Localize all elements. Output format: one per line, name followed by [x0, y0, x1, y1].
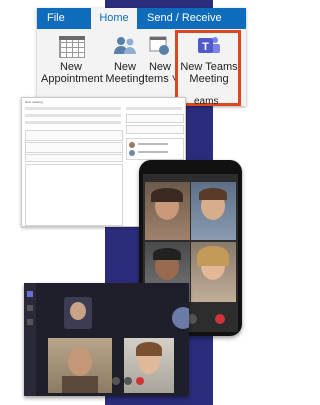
- video-participant: [64, 297, 92, 329]
- camera-icon[interactable]: [124, 377, 132, 385]
- new-appointment-button[interactable]: New Appointment: [41, 34, 103, 85]
- new-teams-meeting-label-2: Meeting: [189, 73, 229, 85]
- tab-file[interactable]: File: [47, 8, 65, 29]
- video-participant: [124, 338, 174, 393]
- new-items-label-1: New: [148, 61, 171, 73]
- new-appointment-label-2: Appointment: [41, 73, 103, 85]
- ribbon-tab-bar: File Home Send / Receive: [37, 8, 246, 29]
- form-line: [126, 107, 182, 110]
- tab-send-receive[interactable]: Send / Receive: [147, 8, 222, 29]
- form-field[interactable]: [126, 114, 184, 123]
- new-items-icon: [147, 34, 173, 58]
- teams-icon: T: [196, 34, 222, 58]
- mic-icon[interactable]: [112, 377, 120, 385]
- teams-sidebar: [24, 283, 36, 396]
- video-participant: [145, 182, 190, 240]
- calendar-icon: [58, 34, 85, 58]
- teams-meeting-group-label: eams Meeting: [194, 96, 219, 106]
- tab-home[interactable]: Home: [91, 8, 137, 29]
- avatar: [172, 307, 189, 329]
- form-line: [25, 107, 121, 110]
- form-field[interactable]: [25, 130, 123, 141]
- new-items-label-2: Items ˅: [141, 73, 179, 85]
- form-line: [25, 121, 121, 124]
- form-line: [25, 114, 121, 117]
- new-appointment-label-1: New: [59, 61, 82, 73]
- people-icon: [112, 34, 138, 58]
- new-teams-meeting-button[interactable]: T New Teams Meeting: [177, 34, 241, 85]
- video-participant: [48, 338, 112, 393]
- video-participant: [191, 242, 236, 302]
- hang-up-icon[interactable]: [136, 377, 144, 385]
- form-body[interactable]: [25, 164, 123, 226]
- video-participant: [191, 182, 236, 240]
- form-field[interactable]: [25, 154, 123, 162]
- desktop-teams-call: [24, 283, 189, 396]
- form-field[interactable]: [126, 125, 184, 134]
- new-teams-meeting-label-1: New Teams: [180, 61, 238, 73]
- attendee-list: [126, 138, 184, 160]
- meeting-form-title: New meeting: [25, 100, 43, 104]
- outlook-ribbon: File Home Send / Receive New Appointment…: [37, 8, 246, 106]
- new-items-button[interactable]: New Items ˅: [140, 34, 180, 85]
- form-field[interactable]: [25, 142, 123, 153]
- hang-up-icon[interactable]: [215, 314, 225, 324]
- svg-text:T: T: [202, 41, 209, 53]
